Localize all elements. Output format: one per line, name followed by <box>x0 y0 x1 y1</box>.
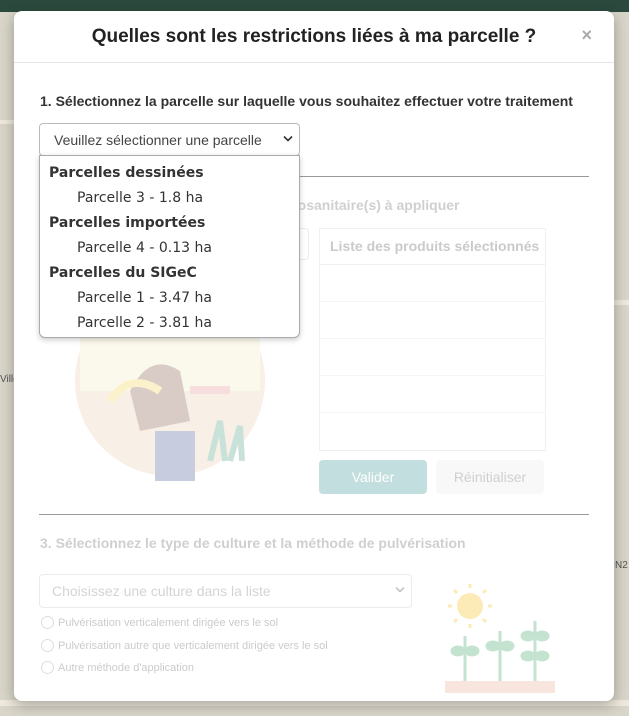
radio-label: Pulvérisation verticalement dirigée vers… <box>58 616 279 629</box>
radio-button[interactable] <box>41 639 54 652</box>
parcel-dropdown: Parcelles dessinées Parcelle 3 - 1.8 ha … <box>39 155 300 338</box>
chevron-down-icon <box>395 585 405 598</box>
radio-button[interactable] <box>41 616 54 629</box>
step2-label: tosanitaire(s) à appliquer <box>293 197 460 213</box>
modal-title: Quelles sont les restrictions liées à ma… <box>91 26 537 47</box>
table-header: Liste des produits sélectionnés <box>320 229 545 265</box>
step1-label: 1. Sélectionnez la parcelle sur laquelle… <box>40 93 573 109</box>
dropdown-option-parcelle-1[interactable]: Parcelle 1 - 3.47 ha <box>77 290 212 306</box>
table-row <box>320 376 545 413</box>
dropdown-group-drawn: Parcelles dessinées <box>49 165 204 181</box>
parcel-select-value: Veuillez sélectionner une parcelle <box>54 131 262 148</box>
map-road <box>614 300 629 305</box>
farmer-spraying-illustration <box>75 331 265 481</box>
dropdown-option-parcelle-4[interactable]: Parcelle 4 - 0.13 ha <box>77 240 212 256</box>
chevron-down-icon <box>283 133 293 146</box>
close-button[interactable]: × <box>581 25 592 45</box>
step3-label: 3. Sélectionnez le type de culture et la… <box>40 535 466 551</box>
dropdown-option-parcelle-3[interactable]: Parcelle 3 - 1.8 ha <box>77 190 203 206</box>
radio-label: Pulvérisation autre que verticalement di… <box>58 639 328 652</box>
dropdown-group-imported: Parcelles importées <box>49 215 206 231</box>
crops-sun-illustration <box>445 584 555 693</box>
parcel-select[interactable]: Veuillez sélectionner une parcelle <box>39 123 300 156</box>
modal-header: Quelles sont les restrictions liées à ma… <box>14 11 614 63</box>
validate-button[interactable]: Valider <box>319 460 427 494</box>
restrictions-modal: Quelles sont les restrictions liées à ma… <box>14 11 614 701</box>
reset-button[interactable]: Réinitialiser <box>436 460 544 494</box>
selected-products-table: Liste des produits sélectionnés <box>319 228 546 451</box>
map-label-right: N2 <box>615 560 628 571</box>
radio-option[interactable]: Autre méthode d'application <box>41 661 194 674</box>
culture-select[interactable]: Choisissez une culture dans la liste <box>39 574 412 608</box>
table-row <box>320 413 545 450</box>
section-divider <box>39 514 589 515</box>
dropdown-option-parcelle-2[interactable]: Parcelle 2 - 3.81 ha <box>77 315 212 331</box>
radio-button[interactable] <box>41 661 54 674</box>
table-row <box>320 339 545 376</box>
radio-label: Autre méthode d'application <box>58 661 195 674</box>
radio-option[interactable]: Pulvérisation autre que verticalement di… <box>41 639 328 652</box>
map-road <box>0 120 14 124</box>
table-row <box>320 302 545 339</box>
dropdown-group-sigec: Parcelles du SIGeC <box>49 265 197 281</box>
culture-select-value: Choisissez une culture dans la liste <box>52 583 271 599</box>
radio-option[interactable]: Pulvérisation verticalement dirigée vers… <box>41 616 278 629</box>
table-row <box>320 265 545 302</box>
